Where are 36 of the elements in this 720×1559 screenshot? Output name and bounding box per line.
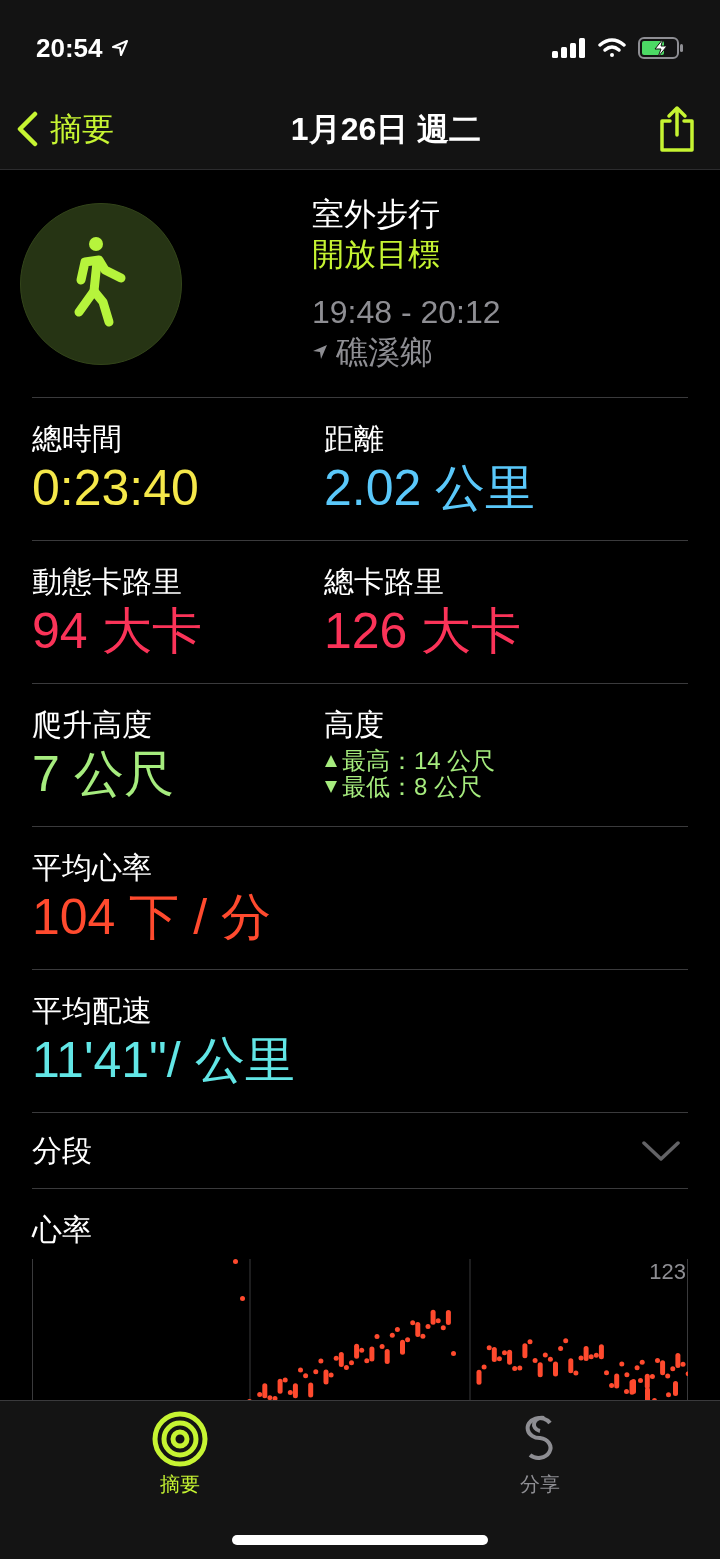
- workout-name: 室外步行: [312, 195, 441, 234]
- metric-value: 94 大卡: [32, 602, 203, 661]
- metric-label: 動態卡路里: [32, 564, 183, 600]
- back-button[interactable]: 摘要: [16, 104, 114, 153]
- metric-value: 2.02 公里: [324, 459, 536, 518]
- metric-label: 高度: [324, 707, 385, 743]
- wifi-icon: [598, 38, 626, 58]
- metric-label: 距離: [324, 421, 385, 457]
- time-range: 19:48 - 20:12: [312, 293, 501, 332]
- altitude-reading: 最低：8 公尺: [342, 774, 482, 800]
- metric-label: 平均心率: [32, 850, 153, 886]
- location-arrow-icon: [312, 344, 328, 360]
- segments-row[interactable]: 分段: [32, 1113, 688, 1189]
- metric-value: 11'41"/ 公里: [32, 1031, 296, 1090]
- back-chevron-icon: [16, 110, 38, 147]
- metric-label: 總卡路里: [324, 564, 445, 600]
- workout-goal: 開放目標: [312, 235, 441, 274]
- altitude-reading: 最高：14 公尺: [342, 748, 496, 774]
- metric-value: 0:23:40: [32, 459, 200, 518]
- tab-item[interactable]: 分享: [360, 1401, 720, 1559]
- metric-label: 爬升高度: [32, 707, 153, 743]
- location-arrow-icon: [110, 39, 129, 57]
- metric-label: 總時間: [32, 421, 123, 457]
- chart-title: 心率: [32, 1213, 92, 1246]
- status-time: 20:54: [36, 31, 103, 65]
- nav-title: 1月26日 週二: [290, 109, 482, 149]
- metric-value: 7 公尺: [32, 745, 175, 804]
- share-icon: [658, 104, 696, 153]
- battery-charging-icon: [638, 37, 684, 59]
- metric-label: 平均配速: [32, 993, 153, 1029]
- location: 礁溪鄉: [336, 333, 432, 372]
- tab-item[interactable]: 摘要: [0, 1401, 360, 1559]
- rings-icon: [152, 1411, 208, 1467]
- signal-icon: [552, 38, 586, 58]
- metric-value: 126 大卡: [324, 602, 522, 661]
- metric-value: 104 下 / 分: [32, 888, 272, 947]
